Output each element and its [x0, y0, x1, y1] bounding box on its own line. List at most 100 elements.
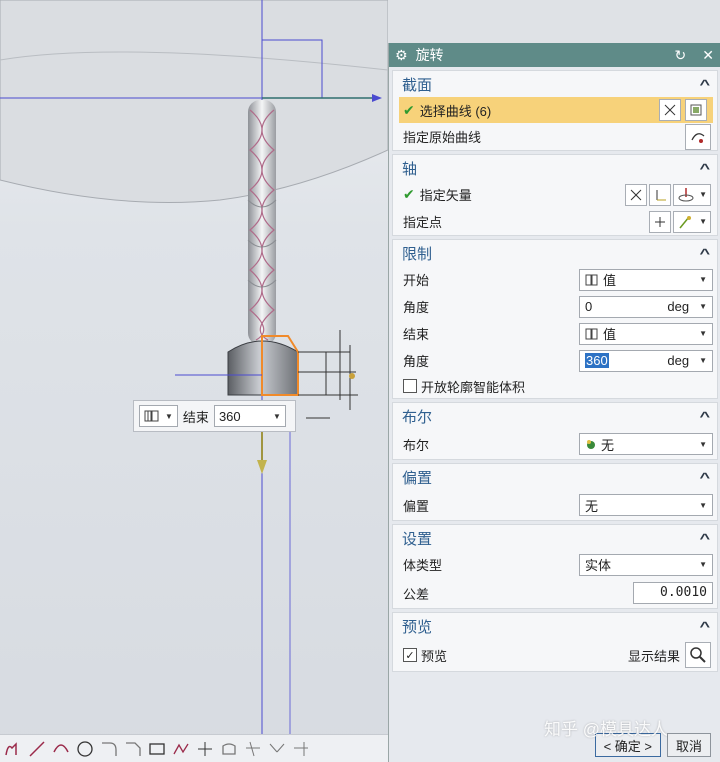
vector-axis-icon: [678, 187, 694, 201]
boolean-header[interactable]: 布尔 ^: [393, 403, 717, 429]
revolve-dialog: ⚙ 旋转 ↻ ✕ 截面 ^ ✔ 选择曲线 (6) 指定原始曲线 轴 ^ ✔ 指定…: [388, 43, 720, 762]
chevron-up-icon[interactable]: ^: [700, 531, 711, 546]
boolean-select[interactable]: 无 ▼: [579, 433, 713, 455]
magnifier-icon: [690, 647, 706, 663]
reset-icon[interactable]: ↻: [675, 47, 687, 64]
select-curve-row[interactable]: ✔ 选择曲线 (6): [399, 97, 713, 123]
axis-header[interactable]: 轴 ^: [393, 155, 717, 181]
sketch-section-icon[interactable]: [685, 99, 707, 121]
point-dialog-icon[interactable]: [649, 210, 671, 233]
offset-curve-icon[interactable]: [218, 738, 240, 760]
close-icon[interactable]: ✕: [702, 47, 714, 64]
chevron-up-icon[interactable]: ^: [700, 409, 711, 424]
end-type-select[interactable]: 值 ▼: [579, 322, 713, 345]
graphics-viewport[interactable]: ▼ 结束 360 ▼: [0, 0, 388, 762]
boolean-heading: 布尔: [402, 408, 433, 426]
chevron-up-icon[interactable]: ^: [700, 161, 711, 176]
point-icon[interactable]: [194, 738, 216, 760]
start-angle-input[interactable]: 0 deg ▼: [579, 295, 713, 318]
section-heading: 截面: [402, 76, 433, 94]
value-type-icon: [585, 274, 598, 285]
fillet-icon[interactable]: [98, 738, 120, 760]
vector-type-dropdown[interactable]: ▼: [673, 183, 711, 206]
check-icon: ✔: [403, 101, 415, 118]
end-angle-row: 角度 360 deg ▼: [393, 347, 717, 374]
settings-header[interactable]: 设置 ^: [393, 525, 717, 551]
origin-curve-icon[interactable]: [685, 123, 711, 150]
open-profile-checkbox[interactable]: [403, 379, 417, 393]
start-type-select[interactable]: 值 ▼: [579, 268, 713, 291]
polyline-icon[interactable]: [170, 738, 192, 760]
chamfer-icon[interactable]: [122, 738, 144, 760]
end-angle-input[interactable]: 360 deg ▼: [579, 349, 713, 372]
watermark: 知乎 @模具达人: [544, 720, 668, 739]
end-value-field[interactable]: 360 ▼: [213, 405, 286, 427]
chevron-up-icon[interactable]: ^: [700, 470, 711, 485]
offset-row: 偏置 无 ▼: [393, 490, 717, 520]
end-value-text: 360: [218, 408, 241, 424]
circle-icon[interactable]: [74, 738, 96, 760]
start-angle-value: 0: [585, 299, 593, 314]
arc-icon[interactable]: [50, 738, 72, 760]
inferred-point-icon: [679, 215, 691, 228]
tolerance-row: 公差 0.0010: [393, 578, 717, 608]
chevron-up-icon[interactable]: ^: [700, 619, 711, 634]
profile-icon[interactable]: [2, 738, 24, 760]
model-scene: [0, 0, 388, 740]
corner-icon[interactable]: [290, 738, 312, 760]
specify-origin-curve-row: 指定原始曲线: [393, 123, 717, 150]
specify-point-row[interactable]: 指定点 ▼: [393, 208, 717, 235]
preview-header[interactable]: 预览 ^: [393, 613, 717, 639]
open-profile-row[interactable]: 开放轮廓智能体积: [393, 374, 717, 398]
settings-panel: 设置 ^ 体类型 实体 ▼ 公差 0.0010: [392, 524, 718, 609]
curve-rule-icon[interactable]: [659, 99, 681, 121]
start-angle-unit: deg: [667, 299, 690, 314]
select-curve-label: 选择曲线 (6): [419, 103, 492, 119]
end-type-value: 值: [603, 327, 617, 342]
section-header[interactable]: 截面 ^: [393, 71, 717, 97]
rectangle-icon[interactable]: [146, 738, 168, 760]
specify-origin-curve-label: 指定原始曲线: [403, 130, 482, 145]
start-type-value: 值: [603, 273, 617, 288]
end-angle-value: 360: [585, 353, 609, 368]
chevron-down-icon: ▼: [699, 500, 707, 510]
line-icon[interactable]: [26, 738, 48, 760]
offset-header[interactable]: 偏置 ^: [393, 464, 717, 490]
specify-vector-row[interactable]: ✔ 指定矢量 ▼: [393, 181, 717, 208]
chevron-down-icon: ▼: [699, 329, 707, 338]
extend-icon[interactable]: [266, 738, 288, 760]
axis-heading: 轴: [402, 160, 418, 178]
chevron-down-icon: ▼: [699, 275, 707, 284]
specify-vector-label: 指定矢量: [419, 188, 472, 203]
limits-header[interactable]: 限制 ^: [393, 240, 717, 266]
show-result-button[interactable]: [685, 642, 711, 668]
end-row: 结束 值 ▼: [393, 320, 717, 347]
reverse-direction-icon[interactable]: [625, 183, 647, 206]
tolerance-input[interactable]: 0.0010: [633, 582, 713, 604]
offset-heading: 偏置: [402, 469, 433, 487]
offset-panel: 偏置 ^ 偏置 无 ▼: [392, 463, 718, 521]
twisted-rope: [247, 100, 277, 345]
body-type-select[interactable]: 实体 ▼: [579, 553, 713, 576]
chevron-down-icon: ▼: [699, 439, 707, 449]
gear-icon[interactable]: ⚙: [395, 47, 408, 64]
boolean-none-icon: [587, 440, 595, 449]
limits-panel: 限制 ^ 开始 值 ▼ 角度 0 deg ▼ 结束 值 ▼ 角度 360 deg…: [392, 239, 718, 399]
chevron-down-icon[interactable]: ▼: [699, 302, 707, 311]
preview-checkbox[interactable]: ✓: [403, 648, 417, 662]
cap-body: [227, 335, 299, 396]
chevron-down-icon: ▼: [699, 217, 707, 226]
value-type-icon: [144, 410, 159, 422]
chevron-down-icon[interactable]: ▼: [273, 412, 281, 421]
chevron-down-icon[interactable]: ▼: [699, 356, 707, 365]
cancel-button[interactable]: 取消: [666, 733, 711, 757]
preview-row: ✓ 预览 显示结果: [393, 639, 717, 671]
vector-dialog-icon[interactable]: [649, 183, 671, 206]
chevron-up-icon[interactable]: ^: [700, 77, 711, 92]
offset-select[interactable]: 无 ▼: [579, 494, 713, 516]
trim-icon[interactable]: [242, 738, 264, 760]
end-type-dropdown[interactable]: ▼: [139, 405, 178, 427]
chevron-up-icon[interactable]: ^: [700, 246, 711, 261]
offset-value: 无: [585, 498, 599, 514]
point-type-dropdown[interactable]: ▼: [673, 210, 711, 233]
